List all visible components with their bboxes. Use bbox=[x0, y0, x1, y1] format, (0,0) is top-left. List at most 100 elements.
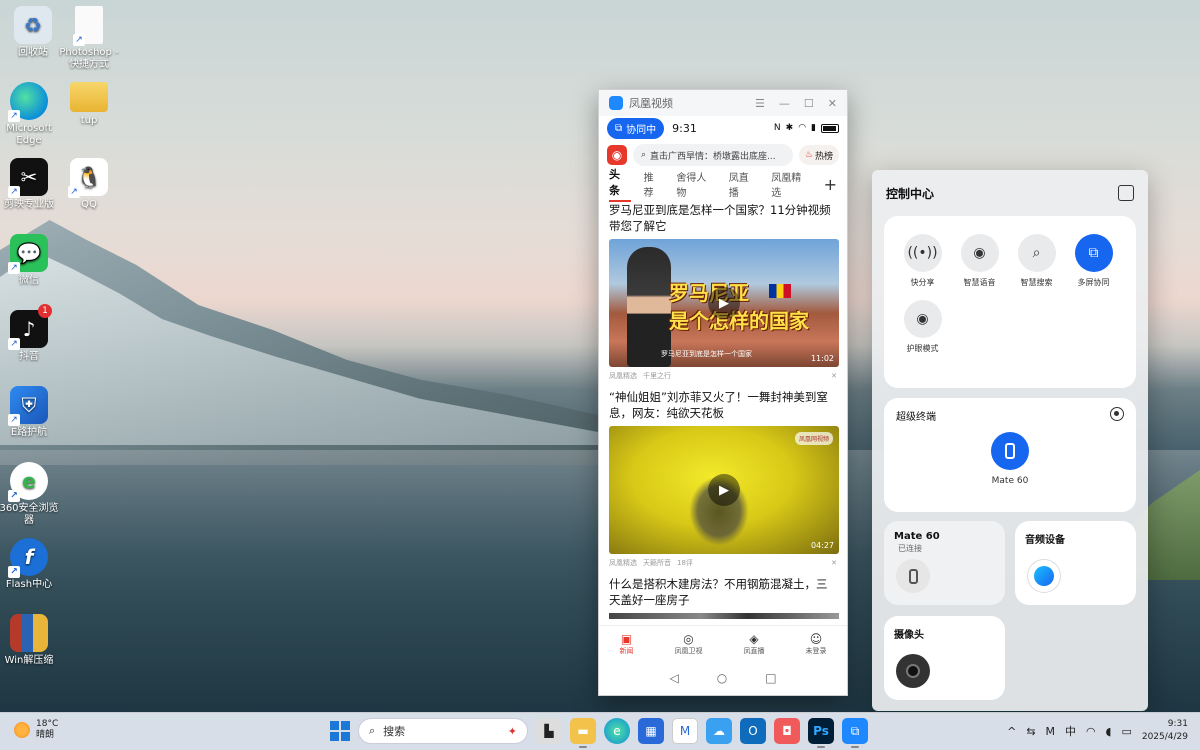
ime-indicator[interactable]: 中 bbox=[1065, 723, 1076, 739]
notification-badge: 1 bbox=[38, 304, 52, 318]
tab-people[interactable]: 舍得人物 bbox=[676, 169, 715, 199]
signal-icon: ▮ bbox=[811, 123, 816, 133]
device-mate60[interactable]: Mate 60 bbox=[991, 432, 1029, 486]
search-icon: ⌕ bbox=[369, 724, 376, 737]
clock[interactable]: 9:31 2025/4/29 bbox=[1142, 718, 1188, 744]
article-title[interactable]: “神仙姐姐”刘亦菲又火了！一舞封神美到窒息，网友：纯欲天花板 bbox=[609, 389, 837, 421]
toggle-eye-comfort[interactable]: ◉ 护眼模式 bbox=[894, 300, 951, 354]
dismiss-icon[interactable]: ✕ bbox=[831, 559, 837, 567]
capcut-icon: ✂ ↗ bbox=[8, 158, 48, 198]
app-tray-icon[interactable]: M bbox=[1046, 725, 1056, 738]
photoshop-icon[interactable]: Ps bbox=[808, 718, 834, 748]
battery-icon[interactable]: ▭ bbox=[1121, 725, 1131, 738]
shortcut-arrow-icon: ↗ bbox=[8, 566, 20, 578]
news-search-input[interactable]: ⌕ 直击广西旱情：桥墩露出底座... bbox=[633, 144, 793, 166]
shortcut-arrow-icon: ↗ bbox=[73, 34, 85, 46]
chevron-up-icon[interactable]: ^ bbox=[1007, 725, 1016, 738]
taskbar: 18°C 晴朗 ⌕ 搜索 ✦ ▙ ▬ e ▦ M ☁ O ◘ Ps ⧉ ^ ⇆ … bbox=[0, 712, 1200, 750]
collab-status-pill[interactable]: ⧉ 协同中 bbox=[607, 117, 665, 139]
video-thumbnail[interactable]: 凤凰网视频 ▶ 04:27 bbox=[609, 426, 839, 554]
add-tab-icon[interactable]: + bbox=[824, 175, 837, 194]
toggle-smart-voice[interactable]: ◉ 智慧语音 bbox=[951, 234, 1008, 288]
recycle-bin-icon: ♻ bbox=[14, 6, 52, 44]
search-icon: ⌕ bbox=[641, 150, 647, 160]
nav-account[interactable]: ☺ 未登录 bbox=[806, 632, 827, 656]
start-button[interactable] bbox=[330, 721, 350, 741]
multiscreen-icon: ⧉ bbox=[615, 122, 623, 134]
minimize-icon[interactable]: — bbox=[779, 97, 790, 110]
kanban-icon[interactable]: M bbox=[672, 718, 698, 744]
back-icon[interactable]: ◁ bbox=[669, 671, 678, 685]
tab-headlines[interactable]: 头条 bbox=[609, 166, 631, 202]
desktop-icon-douyin[interactable]: ♪ ↗ 1 抖音 bbox=[0, 304, 62, 363]
super-device-card[interactable]: 超级终端 Mate 60 bbox=[884, 398, 1136, 512]
settings-tray-icon[interactable]: ⇆ bbox=[1026, 725, 1035, 738]
battery-icon bbox=[821, 123, 839, 133]
wifi-icon[interactable]: ◠ bbox=[1086, 725, 1096, 738]
multiscreen-app-icon[interactable]: ⧉ bbox=[842, 718, 868, 748]
ifeng-logo-icon[interactable]: ◉ bbox=[607, 145, 627, 165]
shortcut-arrow-icon: ↗ bbox=[8, 262, 20, 274]
desktop-icon-360-browser[interactable]: e ↗ 360安全浏览器 bbox=[0, 462, 62, 527]
maximize-icon[interactable]: ☐ bbox=[804, 97, 814, 110]
phone-icon bbox=[991, 432, 1029, 470]
desktop-icon-e-guard[interactable]: ⛨ ↗ E路护航 bbox=[0, 386, 62, 439]
desktop-icon-photoshop-shortcut[interactable]: ↗ Photoshop - 快捷方式 bbox=[56, 6, 122, 71]
desktop-icon-edge[interactable]: ↗ Microsoft Edge bbox=[0, 82, 62, 147]
audio-device-card[interactable]: 音频设备 bbox=[1015, 521, 1136, 605]
article-title[interactable]: 什么是搭积木建房法？不用钢筋混凝土，三天盖好一座房子 bbox=[609, 576, 837, 608]
menu-icon[interactable]: ☰ bbox=[755, 97, 765, 110]
play-icon[interactable]: ▶ bbox=[708, 287, 740, 319]
tab-recommend[interactable]: 推荐 bbox=[644, 169, 664, 199]
article-title[interactable]: 罗马尼亚到底是怎样一个国家？11分钟视频带您了解它 bbox=[609, 202, 837, 234]
cloud-icon[interactable]: ☁ bbox=[706, 718, 732, 744]
search-icon: ⌕ bbox=[1017, 234, 1056, 272]
desktop-icon-capcut[interactable]: ✂ ↗ 剪映专业版 bbox=[0, 158, 62, 211]
desktop-icon-winrar[interactable]: Win解压缩 bbox=[0, 614, 62, 667]
desktop-icon-tup[interactable]: tup bbox=[56, 82, 122, 127]
target-icon[interactable] bbox=[1110, 407, 1124, 421]
nav-live[interactable]: ◈ 凤直播 bbox=[744, 632, 765, 656]
bag-app-icon[interactable]: ◘ bbox=[774, 718, 800, 744]
douyin-icon: ♪ ↗ 1 bbox=[8, 304, 52, 350]
nav-news[interactable]: ▣ 新闻 bbox=[620, 632, 634, 656]
multiscreen-icon: ⧉ bbox=[1074, 234, 1113, 272]
bluetooth-icon: ✱ bbox=[785, 123, 794, 133]
close-icon[interactable]: ✕ bbox=[828, 97, 837, 110]
toggle-multiscreen[interactable]: ⧉ 多屏协同 bbox=[1065, 234, 1122, 288]
toggle-smart-search[interactable]: ⌕ 智慧搜索 bbox=[1008, 234, 1065, 288]
mate60-connected-card[interactable]: Mate 60 已连接 bbox=[884, 521, 1005, 605]
multiscreen-app-icon bbox=[609, 96, 623, 110]
phoenix-icon: ◎ bbox=[683, 631, 694, 646]
store-icon[interactable]: ▦ bbox=[638, 718, 664, 744]
home-icon[interactable]: ○ bbox=[717, 671, 727, 685]
recents-icon[interactable]: □ bbox=[765, 671, 776, 685]
dismiss-icon[interactable]: ✕ bbox=[831, 372, 837, 380]
desktop-icon-qq[interactable]: 🐧 ↗ QQ bbox=[56, 158, 122, 211]
system-tray: ^ ⇆ M 中 ◠ ◖ ▭ 9:31 2025/4/29 bbox=[1007, 718, 1188, 744]
file-explorer-icon[interactable]: ▬ bbox=[570, 718, 596, 748]
voice-icon: ◉ bbox=[960, 234, 999, 272]
audio-app-icon bbox=[1027, 559, 1061, 593]
camera-card[interactable]: 摄像头 bbox=[884, 616, 1005, 700]
edge-icon[interactable]: e bbox=[604, 718, 630, 744]
tab-featured[interactable]: 凤凰精选 bbox=[771, 169, 810, 199]
tab-live[interactable]: 凤直播 bbox=[729, 169, 759, 199]
weather-widget[interactable]: 18°C 晴朗 bbox=[14, 719, 58, 741]
hot-list-button[interactable]: ♨ 热榜 bbox=[798, 145, 839, 165]
taskbar-search[interactable]: ⌕ 搜索 ✦ bbox=[358, 718, 528, 744]
task-view-icon[interactable]: ▙ bbox=[536, 718, 562, 744]
video-thumbnail[interactable]: 罗马尼亚 是个怎样的国家 ▶ 罗马尼亚到底是怎样一个国家 11:02 bbox=[609, 239, 839, 367]
nav-phoenix-tv[interactable]: ◎ 凤凰卫视 bbox=[675, 632, 703, 656]
control-center-title: 控制中心 bbox=[886, 186, 935, 201]
outlook-icon[interactable]: O bbox=[740, 718, 766, 744]
play-icon[interactable]: ▶ bbox=[708, 474, 740, 506]
edit-icon[interactable] bbox=[1118, 185, 1134, 201]
window-titlebar[interactable]: 凤凰视频 ☰ — ☐ ✕ bbox=[599, 90, 847, 116]
phone-mirror-window[interactable]: 凤凰视频 ☰ — ☐ ✕ ⧉ 协同中 9:31 N ✱ ◠ ▮ ◉ ⌕ 直击广西… bbox=[598, 89, 848, 696]
desktop-icon-flash-center[interactable]: f ↗ Flash中心 bbox=[0, 538, 62, 591]
compass-icon: ◈ bbox=[749, 631, 759, 646]
desktop-icon-wechat[interactable]: 💬 ↗ 微信 bbox=[0, 234, 62, 287]
toggle-quick-share[interactable]: ((•)) 快分享 bbox=[894, 234, 951, 288]
volume-icon[interactable]: ◖ bbox=[1106, 725, 1112, 738]
